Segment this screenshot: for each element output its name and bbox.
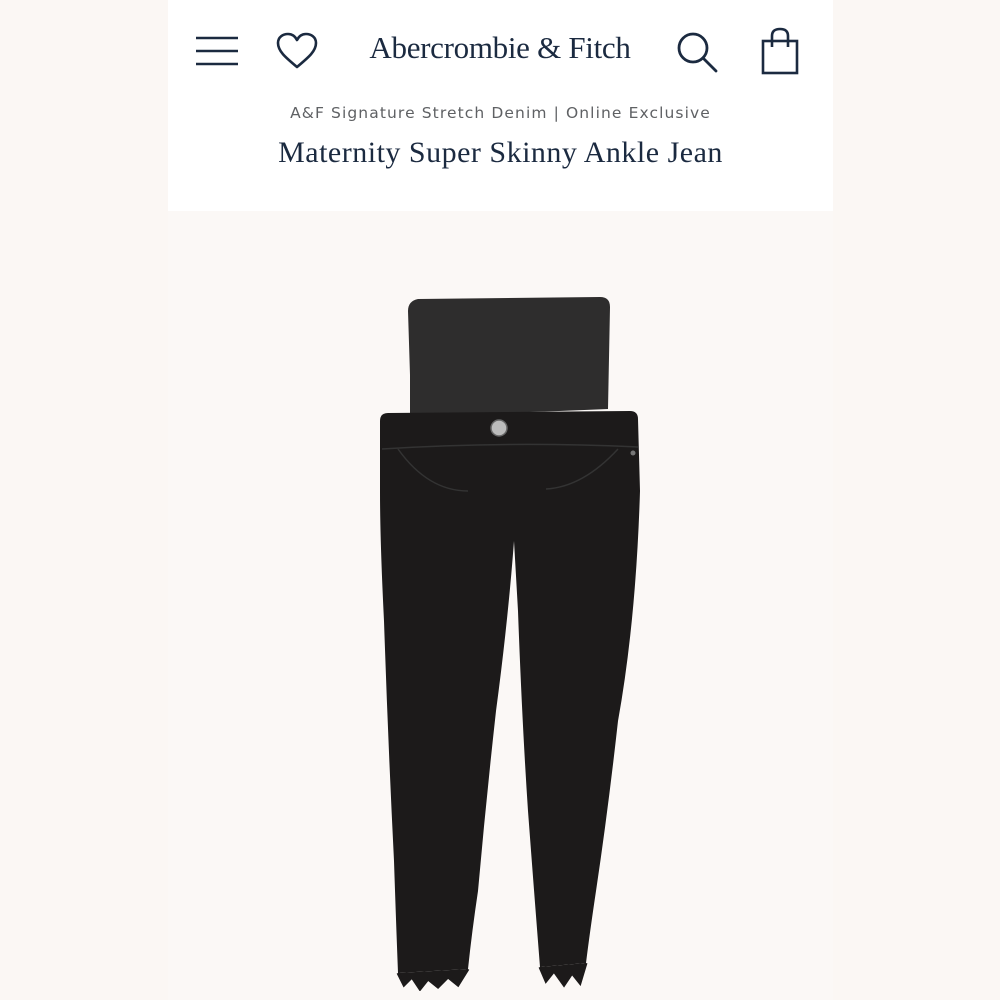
- search-icon: [677, 32, 718, 73]
- product-title: Maternity Super Skinny Ankle Jean: [278, 136, 723, 169]
- belly-panel: [408, 297, 610, 415]
- brand-logo[interactable]: Abercrombie & Fitch: [350, 25, 650, 71]
- jeans-button: [490, 419, 508, 437]
- site-header: Abercrombie & Fitch A&F Signature Stretc…: [168, 0, 833, 211]
- product-image-area: [168, 211, 833, 1000]
- hamburger-menu-icon: [196, 36, 238, 66]
- shopping-bag-button[interactable]: [758, 26, 802, 76]
- wishlist-button[interactable]: [274, 30, 320, 72]
- page-background-right: [833, 0, 1000, 1000]
- page-background-left: [0, 0, 168, 1000]
- product-collection-label: A&F Signature Stretch Denim | Online Exc…: [290, 104, 711, 122]
- heart-icon: [276, 32, 318, 69]
- search-button[interactable]: [673, 28, 721, 76]
- product-image[interactable]: [368, 291, 648, 991]
- shopping-bag-icon: [761, 27, 799, 75]
- menu-button[interactable]: [194, 30, 240, 72]
- jeans-body: [380, 411, 640, 973]
